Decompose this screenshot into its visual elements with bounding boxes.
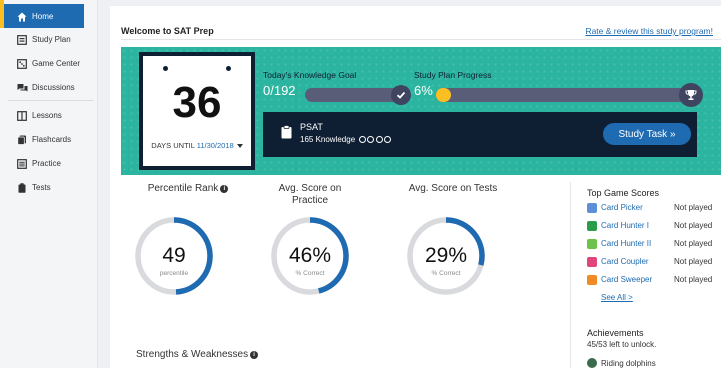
sidebar-item-label: Discussions — [32, 82, 75, 92]
sidebar-item-label: Tests — [32, 182, 51, 192]
tests-sub: % Correct — [431, 270, 461, 277]
clipboard-icon — [281, 125, 292, 139]
achievement-name: Riding dolphins — [601, 359, 656, 368]
study-plan-progress-label: Study Plan Progress — [414, 70, 492, 80]
card-hunter-ii-icon — [587, 239, 597, 249]
study-plan-progress-bar — [436, 88, 689, 102]
study-plan-progress-fill — [436, 88, 452, 102]
sidebar-item-tests[interactable]: Tests — [0, 175, 98, 199]
sidebar-item-study-plan[interactable]: Study Plan — [0, 27, 98, 51]
game-status: Not played — [674, 257, 713, 266]
game-link[interactable]: Card Hunter II — [601, 239, 651, 248]
see-all-link[interactable]: See All > — [601, 293, 633, 302]
game-link[interactable]: Card Picker — [601, 203, 643, 212]
calendar-ring-icon — [226, 66, 231, 71]
game-status: Not played — [674, 239, 713, 248]
practice-icon — [17, 158, 27, 169]
avg-tests-title: Avg. Score on Tests — [408, 183, 498, 194]
sidebar-item-label: Home — [32, 11, 54, 21]
study-plan-icon — [17, 34, 27, 45]
game-status: Not played — [674, 275, 713, 284]
countdown-date: 11/30/2018 — [196, 141, 234, 150]
right-column: Top Game Scores Card Picker Not played C… — [570, 182, 721, 368]
sidebar-item-flashcards[interactable]: Flashcards — [0, 127, 98, 151]
discussions-icon — [17, 83, 28, 92]
study-plan-progress-value: 6% — [414, 83, 433, 98]
home-icon — [17, 12, 27, 21]
sidebar-item-label: Flashcards — [32, 134, 72, 144]
countdown-date-selector[interactable]: DAYS UNTIL 11/30/2018 — [143, 141, 251, 150]
days-count: 36 — [172, 78, 222, 127]
practice-value: 46% — [288, 244, 332, 267]
flashcards-icon — [17, 135, 26, 145]
circle-icon — [367, 136, 375, 143]
game-link[interactable]: Card Coupler — [601, 257, 649, 266]
percentile-sub: percentile — [159, 270, 189, 277]
practice-sub: % Correct — [295, 270, 325, 277]
task-title: PSAT — [300, 122, 323, 132]
circle-icon — [358, 136, 366, 143]
top-game-scores-title: Top Game Scores — [587, 188, 660, 198]
achievements-title: Achievements — [587, 328, 644, 338]
sidebar-item-label: Lessons — [32, 110, 62, 120]
tests-value: 29% — [424, 244, 468, 267]
circle-icon — [384, 136, 392, 143]
sidebar-item-label: Game Center — [32, 58, 81, 68]
page-title: Welcome to SAT Prep — [121, 26, 214, 36]
task-knowledge: 165 Knowledge — [300, 135, 356, 144]
calendar-ring-icon — [163, 66, 168, 71]
trophy-icon — [679, 83, 703, 107]
knowledge-goal-label: Today's Knowledge Goal — [263, 70, 357, 80]
main-content: Welcome to SAT Prep Rate & review this s… — [110, 6, 721, 368]
game-link[interactable]: Card Sweeper — [601, 275, 652, 284]
checkmark-icon — [391, 85, 411, 105]
card-coupler-icon — [587, 257, 597, 267]
sidebar-item-label: Practice — [32, 158, 61, 168]
achievement-badge-icon — [587, 358, 597, 368]
sidebar-divider — [8, 100, 94, 101]
rate-review-link[interactable]: Rate & review this study program! — [585, 26, 713, 36]
chevron-down-icon — [236, 144, 243, 149]
sidebar-item-discussions[interactable]: Discussions — [0, 75, 98, 99]
percentile-value: 49 — [162, 244, 186, 267]
sidebar-item-lessons[interactable]: Lessons — [0, 103, 98, 127]
sidebar-item-home[interactable]: Home — [4, 4, 84, 28]
game-center-icon — [17, 58, 27, 69]
game-status: Not played — [674, 221, 713, 230]
info-icon[interactable]: i — [250, 351, 259, 359]
tests-icon — [17, 182, 26, 193]
countdown-card: 36 DAYS UNTIL 11/30/2018 — [139, 52, 255, 170]
strengths-title-text: Strengths & Weaknesses — [136, 349, 249, 360]
game-status: Not played — [674, 203, 713, 212]
days-until-label: DAYS UNTIL — [151, 141, 195, 150]
game-link[interactable]: Card Hunter I — [601, 221, 649, 230]
card-sweeper-icon — [587, 275, 597, 285]
card-picker-icon — [587, 203, 597, 213]
circle-icon — [375, 136, 383, 143]
title-divider — [121, 39, 721, 40]
knowledge-goal-bar — [305, 88, 405, 102]
info-icon[interactable]: i — [220, 185, 229, 193]
task-subtitle: 165 Knowledge — [300, 135, 392, 144]
study-task-panel: PSAT 165 Knowledge Study Task » — [263, 112, 697, 157]
sidebar: Home Study Plan Game Center Discussions … — [0, 0, 98, 368]
achievement-item: Riding dolphins — [587, 358, 656, 368]
knowledge-goal-value: 0/192 — [263, 83, 296, 98]
strengths-weaknesses-title: Strengths & Weaknesses i — [136, 349, 259, 360]
sidebar-item-label: Study Plan — [32, 34, 71, 44]
sidebar-item-practice[interactable]: Practice — [0, 151, 98, 175]
progress-banner: 36 DAYS UNTIL 11/30/2018 Today's Knowled… — [121, 47, 721, 175]
card-hunter-icon — [587, 221, 597, 231]
stat-title-text: Percentile Rank — [147, 183, 219, 194]
study-task-button[interactable]: Study Task » — [603, 123, 691, 145]
percentile-rank-title: Percentile Rank i — [128, 183, 248, 195]
avg-practice-title: Avg. Score on Practice — [278, 183, 342, 206]
achievements-remaining: 45/53 left to unlock. — [587, 340, 657, 349]
lessons-icon — [17, 110, 27, 121]
sidebar-item-game-center[interactable]: Game Center — [0, 51, 98, 75]
